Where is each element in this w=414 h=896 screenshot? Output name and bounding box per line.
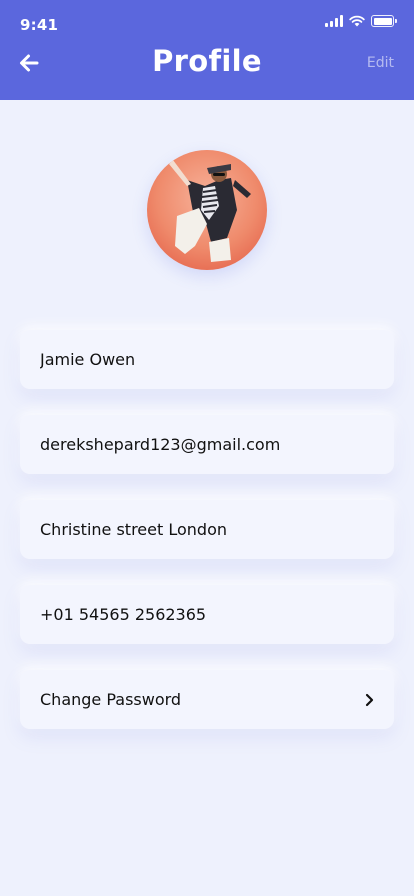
chevron-right-icon — [365, 693, 374, 706]
phone-value: +01 54565 2562365 — [40, 605, 207, 624]
wifi-icon — [349, 15, 365, 27]
email-value: derekshepard123@gmail.com — [40, 435, 281, 454]
battery-icon — [371, 15, 397, 27]
app-header: 9:41 Profile Edit — [0, 0, 414, 100]
name-value: Jamie Owen — [40, 350, 136, 369]
status-time: 9:41 — [20, 16, 59, 34]
change-password-button[interactable]: Change Password — [20, 670, 394, 729]
address-value: Christine street London — [40, 520, 227, 539]
edit-button[interactable]: Edit — [367, 55, 394, 71]
change-password-label: Change Password — [40, 690, 182, 709]
address-field[interactable]: Christine street London — [20, 500, 394, 559]
phone-field[interactable]: +01 54565 2562365 — [20, 585, 394, 644]
status-icons — [325, 15, 397, 27]
avatar — [147, 150, 267, 270]
page-title: Profile — [152, 44, 262, 78]
cellular-signal-icon — [325, 15, 343, 27]
email-field[interactable]: derekshepard123@gmail.com — [20, 415, 394, 474]
name-field[interactable]: Jamie Owen — [20, 330, 394, 389]
avatar-photo — [147, 150, 267, 270]
